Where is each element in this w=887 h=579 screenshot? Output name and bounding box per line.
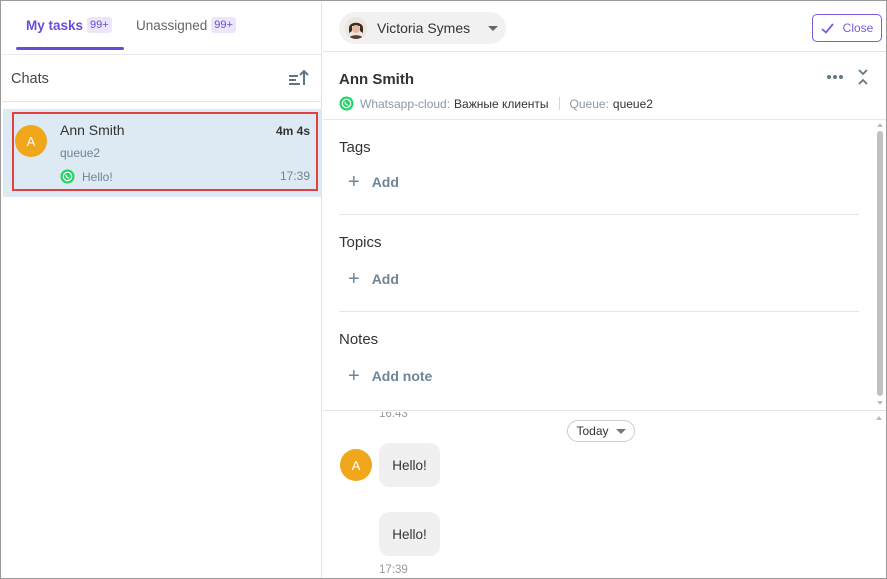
add-topic-button[interactable]: + Add: [348, 268, 399, 290]
message-thread: 16:43 Today A Hello! Hello! 17:39: [323, 412, 886, 578]
notes-section: Notes: [339, 331, 859, 348]
tab-unassigned-badge: 99+: [211, 17, 236, 33]
app-window: My tasks 99+ Unassigned 99+ Chats A Ann …: [0, 0, 887, 579]
tab-my-tasks[interactable]: My tasks 99+: [16, 17, 124, 50]
more-options-icon[interactable]: [826, 74, 844, 80]
active-tab-indicator: [16, 47, 124, 50]
plus-icon: +: [348, 365, 360, 387]
contact-name: Ann Smith: [339, 71, 414, 88]
tags-section: Tags: [339, 139, 859, 156]
chevron-down-icon: [488, 25, 499, 31]
scroll-up-arrow[interactable]: [876, 416, 882, 420]
contact-details: Tags + Add Topics + Add Notes + Add note: [323, 121, 886, 411]
tags-title: Tags: [339, 139, 371, 156]
scroll-up-arrow[interactable]: [877, 123, 883, 127]
task-tabs: My tasks 99+ Unassigned 99+: [2, 2, 322, 52]
chat-message-time: 17:39: [279, 169, 310, 183]
check-icon: [821, 22, 834, 34]
scroll-down-arrow[interactable]: [877, 401, 883, 405]
queue-key: Queue:: [569, 96, 609, 111]
whatsapp-icon: [339, 96, 354, 111]
channel-value: Важные клиенты: [454, 96, 549, 111]
agent-name: Victoria Symes: [377, 20, 471, 36]
plus-icon: +: [348, 171, 360, 193]
add-note-label: Add note: [371, 368, 433, 384]
contact-header: Ann Smith Whatsapp-cloud: Важные клиенты…: [323, 53, 886, 120]
tab-my-tasks-label: My tasks: [26, 18, 84, 33]
conversation-panel: Victoria Symes Close Ann Smith Whatsapp-…: [323, 2, 886, 578]
meta-divider: [558, 97, 560, 110]
message-bubble: Hello!: [379, 512, 440, 556]
plus-icon: +: [348, 268, 360, 290]
add-tag-label: Add: [371, 174, 399, 190]
whatsapp-icon: [60, 169, 75, 184]
queue-value: queue2: [612, 96, 653, 111]
agent-avatar: [345, 17, 367, 39]
tab-unassigned-label: Unassigned: [136, 18, 208, 33]
contact-meta: Whatsapp-cloud: Важные клиенты Queue: qu…: [339, 96, 653, 111]
details-scrollbar[interactable]: [877, 131, 883, 396]
chat-list-panel: My tasks 99+ Unassigned 99+ Chats A Ann …: [2, 2, 322, 578]
add-topic-label: Add: [371, 271, 399, 287]
tab-my-tasks-badge: 99+: [87, 17, 112, 33]
date-filter-label: Today: [576, 424, 609, 438]
add-tag-button[interactable]: + Add: [348, 171, 399, 193]
notes-title: Notes: [339, 331, 379, 348]
topics-title: Topics: [339, 234, 382, 251]
message-timestamp: 17:39: [379, 564, 408, 576]
date-filter-pill[interactable]: Today: [567, 420, 635, 442]
chat-queue: queue2: [60, 146, 101, 160]
chat-duration: 4m 4s: [275, 124, 310, 138]
chat-last-message: Hello!: [60, 169, 113, 184]
section-divider: [339, 311, 859, 312]
section-divider: [339, 214, 859, 215]
close-button-label: Close: [842, 21, 874, 35]
add-note-button[interactable]: + Add note: [348, 365, 433, 387]
message-bubble: Hello!: [379, 443, 440, 487]
chat-list-item[interactable]: A Ann Smith 4m 4s queue2 Hello! 17:39: [3, 109, 321, 197]
message-timestamp: 16:43: [379, 412, 408, 420]
chat-contact-name: Ann Smith: [60, 122, 125, 138]
agent-selector[interactable]: Victoria Symes: [339, 12, 506, 44]
chat-last-message-text: Hello!: [82, 169, 113, 184]
close-button[interactable]: Close: [812, 14, 882, 42]
contact-avatar: A: [15, 125, 47, 157]
topics-section: Topics: [339, 234, 859, 251]
tab-unassigned[interactable]: Unassigned 99+: [136, 17, 246, 48]
conversation-topbar: Victoria Symes Close: [323, 2, 886, 52]
collapse-icon[interactable]: [857, 68, 869, 86]
sort-icon[interactable]: [288, 68, 310, 88]
message-avatar: A: [340, 449, 372, 481]
chevron-down-icon: [615, 428, 626, 434]
channel-key: Whatsapp-cloud:: [360, 96, 451, 111]
chats-header: Chats: [2, 54, 322, 102]
chats-title: Chats: [11, 71, 49, 87]
